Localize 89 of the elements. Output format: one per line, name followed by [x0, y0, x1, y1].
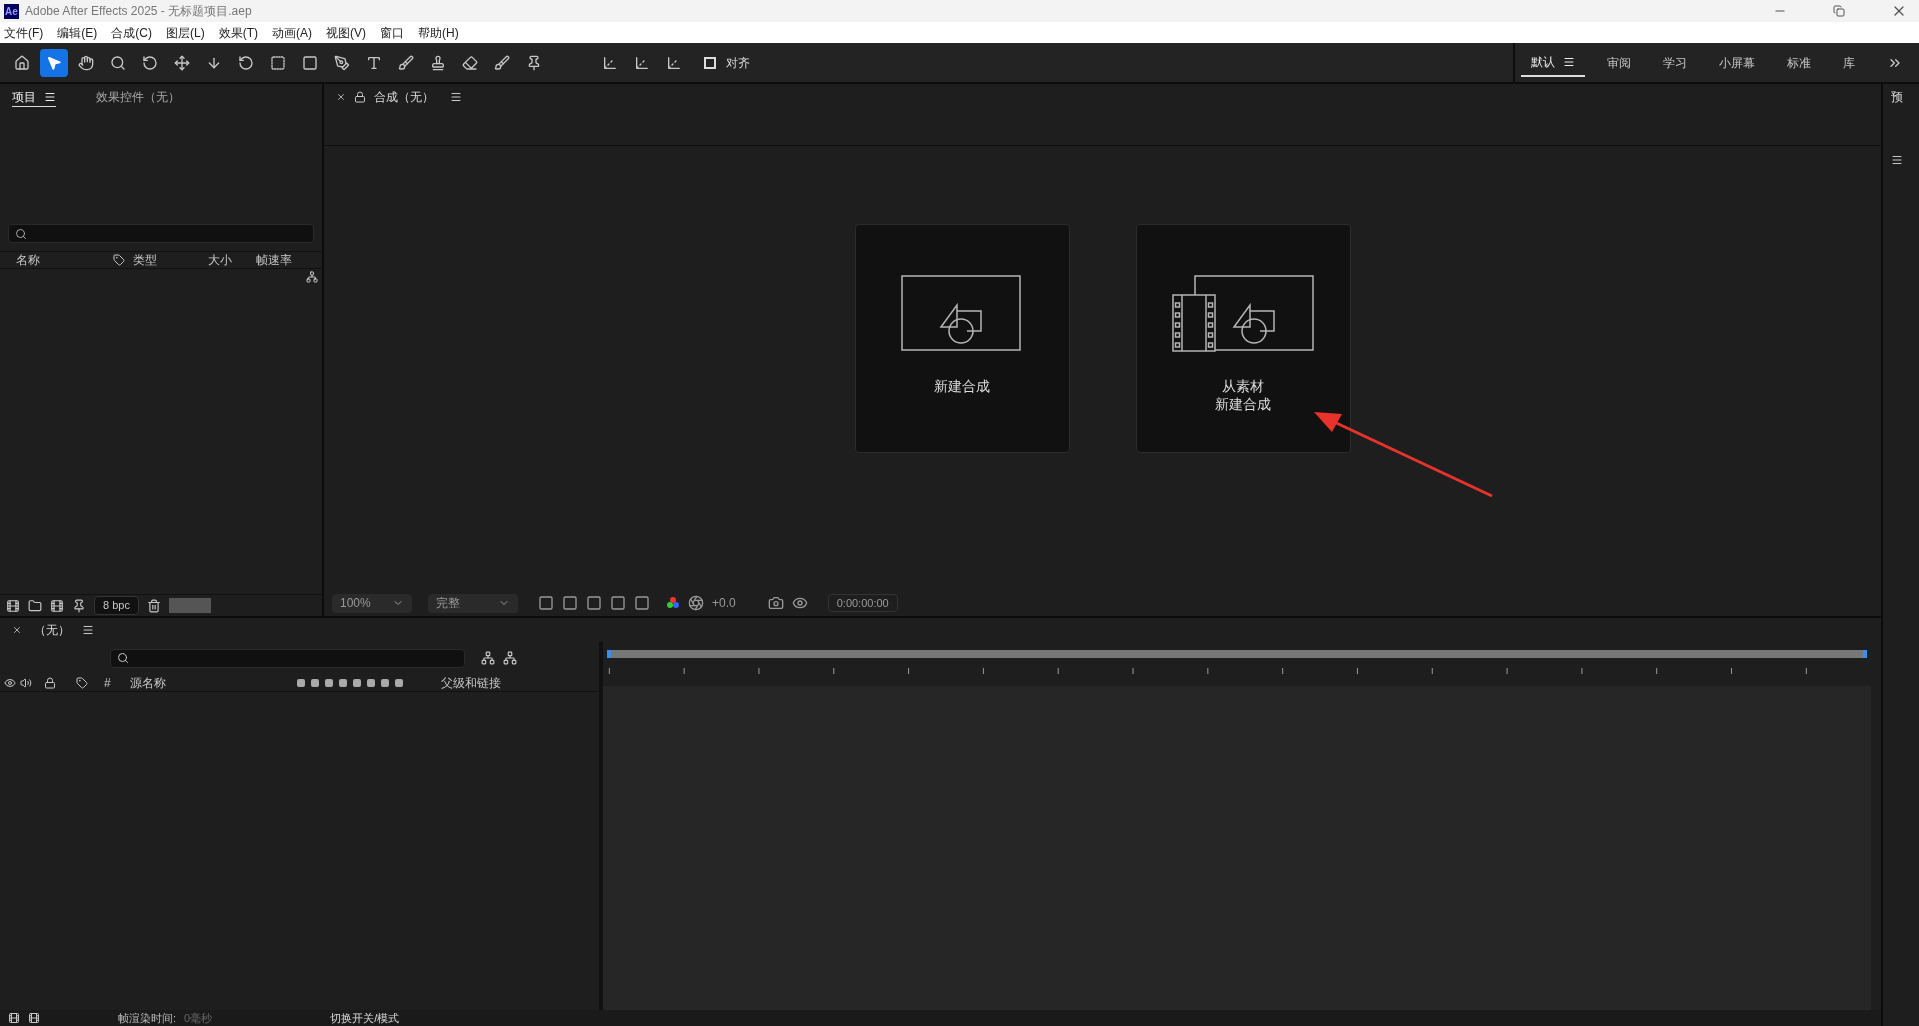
selection-tool[interactable]	[40, 48, 68, 77]
menu-icon[interactable]	[82, 624, 94, 636]
status-value: 0毫秒	[184, 1010, 213, 1026]
menu-icon[interactable]	[1563, 55, 1575, 68]
roto-icon	[494, 54, 510, 71]
status-label: 帧渲染时间:	[118, 1010, 177, 1026]
menu-item[interactable]: 合成(C)	[111, 23, 152, 42]
audio-icon[interactable]	[20, 676, 32, 689]
anchor-icon	[270, 54, 286, 71]
composition-icon[interactable]	[50, 598, 64, 613]
menu-item[interactable]: 图层(L)	[166, 23, 205, 42]
column-header[interactable]: 名称	[16, 251, 101, 269]
workspace-tab[interactable]: 库	[1833, 49, 1865, 76]
close-icon[interactable]	[336, 92, 346, 102]
orbit-icon	[142, 54, 158, 71]
rectangle-icon	[302, 54, 318, 71]
pen-icon	[334, 54, 350, 71]
color-swatch[interactable]	[168, 598, 211, 613]
bit-depth-button[interactable]: 8 bpc	[94, 596, 139, 615]
composition-icon	[901, 274, 1023, 353]
column-header[interactable]: 父级和链接	[441, 673, 501, 692]
type-icon	[366, 54, 382, 71]
menu-item[interactable]: 动画(A)	[272, 23, 312, 42]
lock-icon[interactable]	[354, 91, 366, 103]
column-header[interactable]: #	[104, 673, 126, 692]
workspace-tab[interactable]: 默认	[1521, 48, 1585, 77]
label-icon[interactable]	[76, 676, 88, 689]
new-composition-card[interactable]: 从素材 新建合成	[1135, 223, 1351, 453]
selection-icon	[46, 54, 62, 71]
close-icon[interactable]	[12, 625, 22, 635]
delete-icon[interactable]	[146, 598, 161, 613]
panel-tab[interactable]: 合成（无）	[374, 88, 434, 106]
menu-item[interactable]: 效果(T)	[218, 23, 258, 42]
workspace-tab[interactable]: 审阅	[1597, 49, 1641, 76]
column-header[interactable]: 类型	[133, 251, 208, 269]
show-snapshot-icon[interactable]	[791, 595, 808, 611]
toggle-switches-button[interactable]: 切换开关/模式	[330, 1009, 400, 1026]
video-icon[interactable]	[4, 676, 16, 689]
pan-icon	[174, 54, 190, 71]
panel-tab[interactable]: 预	[1891, 88, 1903, 106]
workspace-tab[interactable]: 学习	[1653, 49, 1697, 76]
new-composition-card[interactable]: 新建合成	[854, 223, 1070, 453]
color-channels-icon[interactable]	[666, 596, 680, 610]
panel-tab[interactable]: 项目	[12, 87, 56, 107]
menu-item[interactable]: 文件(F)	[4, 23, 44, 42]
workspace-tab[interactable]: 标准	[1777, 49, 1821, 76]
search-field[interactable]	[110, 648, 465, 668]
zoom-icon	[110, 54, 126, 71]
menu-icon[interactable]	[1891, 154, 1903, 166]
exposure-value[interactable]: +0.0	[712, 594, 736, 612]
timecode-field[interactable]: 0:00:00:00	[827, 593, 898, 613]
stamp-icon	[430, 54, 446, 71]
app-logo: Ae	[4, 3, 19, 19]
flowchart-icon[interactable]	[306, 271, 318, 283]
column-header[interactable]: 大小	[208, 251, 256, 269]
lock-icon[interactable]	[44, 676, 56, 689]
snapshot-icon[interactable]	[767, 595, 784, 611]
folder-icon[interactable]	[28, 598, 42, 613]
window-title: Adobe After Effects 2025 - 无标题项目.aep	[25, 3, 252, 20]
search-icon	[15, 227, 27, 240]
menu-icon[interactable]	[44, 90, 56, 103]
rotate-icon	[238, 54, 254, 71]
menu-item[interactable]: 帮助(H)	[418, 23, 459, 42]
card-label: 新建合成	[934, 376, 990, 395]
label-icon[interactable]	[113, 254, 125, 266]
footage-icon[interactable]	[6, 598, 20, 613]
card-label: 从素材 新建合成	[1215, 376, 1271, 413]
menu-item[interactable]: 窗口	[380, 23, 404, 42]
eraser-icon	[462, 54, 478, 71]
search-field[interactable]	[8, 224, 314, 243]
resolution-dropdown[interactable]: 完整	[428, 593, 518, 613]
search-icon	[117, 652, 129, 664]
zoom-dropdown[interactable]: 100%	[332, 593, 412, 613]
snap-label: 对齐	[726, 54, 750, 72]
hand-icon	[78, 54, 94, 71]
menu-item[interactable]: 编辑(E)	[57, 23, 98, 42]
column-header[interactable]: 帧速率	[256, 251, 292, 269]
menu-item[interactable]: 视图(V)	[326, 23, 366, 42]
film-composition-icon	[1172, 274, 1314, 353]
column-header[interactable]: 源名称	[130, 673, 293, 692]
pin-icon	[526, 54, 542, 71]
snap-checkbox[interactable]	[704, 56, 716, 69]
panel-tab[interactable]: 效果控件（无）	[96, 88, 180, 106]
panel-tab[interactable]: （无）	[34, 621, 70, 639]
exposure-icon[interactable]	[688, 595, 704, 611]
brush-icon	[398, 54, 414, 71]
workspace-tab[interactable]: 小屏幕	[1709, 49, 1765, 76]
menu-icon[interactable]	[450, 91, 462, 103]
restore-icon[interactable]	[1833, 5, 1845, 17]
